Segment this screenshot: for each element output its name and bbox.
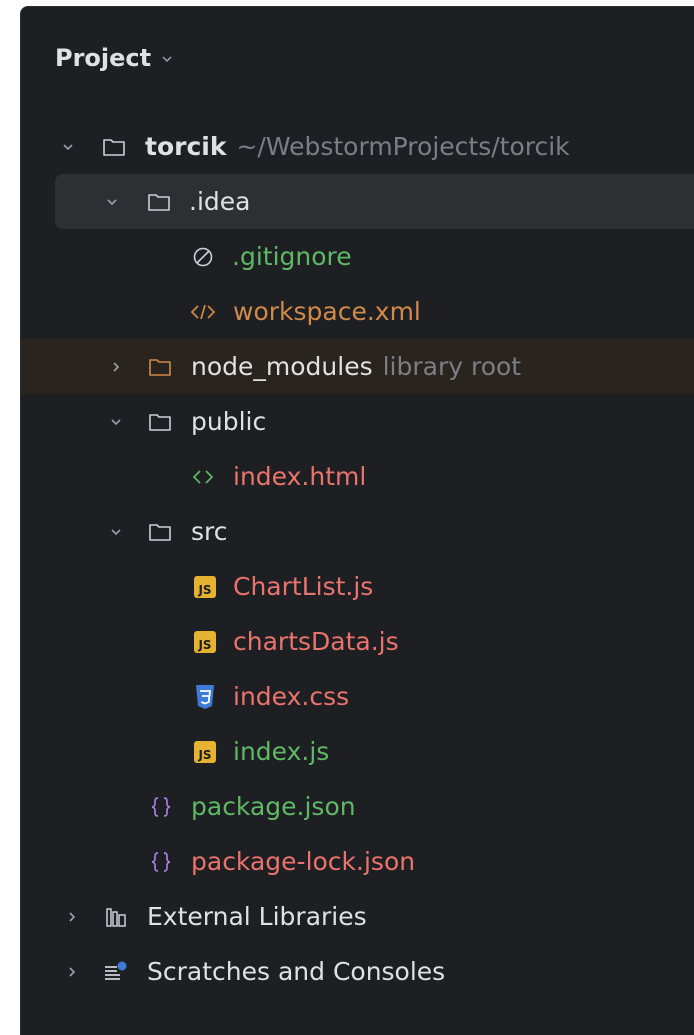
tree-item-label: package.json bbox=[191, 792, 356, 821]
tree-item-public[interactable]: public bbox=[21, 394, 694, 449]
javascript-file-icon: JS bbox=[192, 739, 218, 765]
tree-item-index-css[interactable]: index.css bbox=[21, 669, 694, 724]
html-file-icon bbox=[190, 464, 216, 490]
folder-icon bbox=[147, 519, 173, 545]
chevron-right-icon[interactable] bbox=[63, 908, 81, 926]
tree-item-gitignore[interactable]: .gitignore bbox=[21, 229, 694, 284]
tree-item-label: node_modules bbox=[191, 352, 373, 381]
tree-item-label: index.js bbox=[233, 737, 330, 766]
folder-icon bbox=[147, 354, 173, 380]
tree-item-label: ChartList.js bbox=[233, 572, 374, 601]
library-icon bbox=[103, 904, 129, 930]
tree-item-label: src bbox=[191, 517, 228, 546]
folder-icon bbox=[101, 134, 127, 160]
tree-item-package-lock-json[interactable]: package-lock.json bbox=[21, 834, 694, 889]
project-tool-window: Project torcik ~/WebstormProjects/torcik… bbox=[20, 6, 694, 1035]
tree-item-chartlist-js[interactable]: JS ChartList.js bbox=[21, 559, 694, 614]
library-root-hint: library root bbox=[382, 352, 522, 381]
tree-item-package-json[interactable]: package.json bbox=[21, 779, 694, 834]
tree-item-node-modules[interactable]: node_modules library root bbox=[21, 339, 694, 394]
css-file-icon bbox=[192, 684, 218, 710]
chevron-right-icon[interactable] bbox=[63, 963, 81, 981]
project-title: Project bbox=[55, 44, 152, 72]
javascript-file-icon: JS bbox=[192, 574, 218, 600]
scratches-icon bbox=[103, 959, 129, 985]
chevron-down-icon[interactable] bbox=[107, 523, 125, 541]
ignored-file-icon bbox=[190, 244, 216, 270]
tree-item-label: public bbox=[191, 407, 267, 436]
tree-item-scratches-and-consoles[interactable]: Scratches and Consoles bbox=[21, 944, 694, 999]
project-view-selector[interactable]: Project bbox=[55, 40, 173, 76]
chevron-right-icon[interactable] bbox=[107, 358, 125, 376]
tree-item-label: Scratches and Consoles bbox=[147, 957, 446, 986]
tree-item-idea[interactable]: .idea bbox=[55, 174, 694, 229]
js-badge: JS bbox=[194, 575, 216, 598]
tree-item-label: index.css bbox=[233, 682, 350, 711]
tree-item-label: .idea bbox=[189, 187, 251, 216]
tree-item-index-html[interactable]: index.html bbox=[21, 449, 694, 504]
tree-item-label: chartsData.js bbox=[233, 627, 399, 656]
chevron-down-icon[interactable] bbox=[59, 138, 77, 156]
chevron-down-icon[interactable] bbox=[103, 193, 121, 211]
tree-item-chartsdata-js[interactable]: JS chartsData.js bbox=[21, 614, 694, 669]
tree-item-label: workspace.xml bbox=[233, 297, 421, 326]
folder-icon bbox=[146, 189, 172, 215]
project-path: ~/WebstormProjects/torcik bbox=[236, 132, 570, 161]
tree-item-label: index.html bbox=[233, 462, 367, 491]
tree-item-label: .gitignore bbox=[232, 242, 352, 271]
tree-item-label: torcik bbox=[145, 132, 227, 161]
tree-item-label: package-lock.json bbox=[191, 847, 416, 876]
tree-item-torcik[interactable]: torcik ~/WebstormProjects/torcik bbox=[21, 119, 694, 174]
json-file-icon bbox=[148, 794, 174, 820]
chevron-down-icon[interactable] bbox=[107, 413, 125, 431]
js-badge: JS bbox=[194, 740, 216, 763]
js-badge: JS bbox=[194, 630, 216, 653]
tree-item-label: External Libraries bbox=[147, 902, 367, 931]
tree-item-external-libraries[interactable]: External Libraries bbox=[21, 889, 694, 944]
xml-file-icon bbox=[190, 299, 216, 325]
tree-item-index-js[interactable]: JS index.js bbox=[21, 724, 694, 779]
folder-icon bbox=[147, 409, 173, 435]
tree-item-workspace-xml[interactable]: workspace.xml bbox=[21, 284, 694, 339]
json-file-icon bbox=[148, 849, 174, 875]
tree-item-src[interactable]: src bbox=[21, 504, 694, 559]
chevron-down-icon bbox=[162, 56, 172, 63]
javascript-file-icon: JS bbox=[192, 629, 218, 655]
